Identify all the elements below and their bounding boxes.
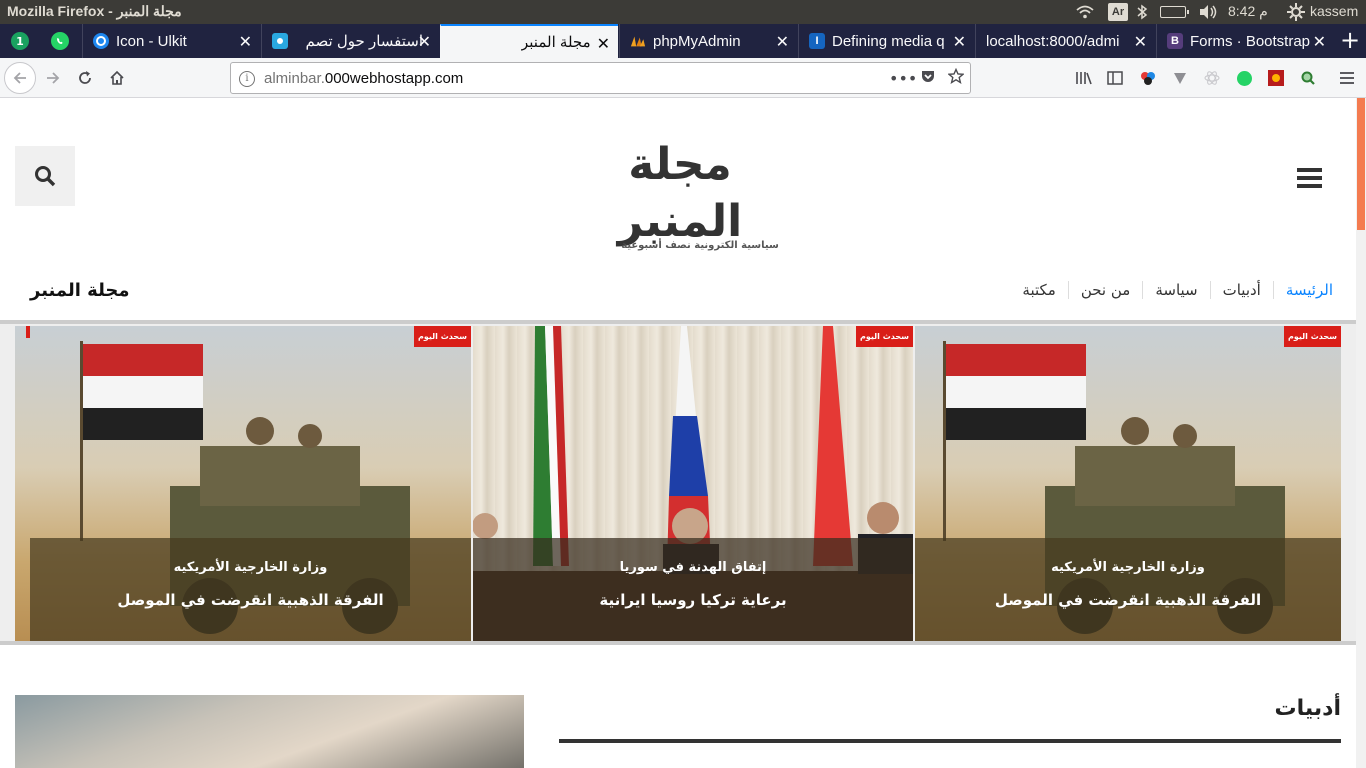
slide-kicker: وزارة الخارجية الأمريكيه [1051,560,1205,575]
library-icon[interactable] [1073,67,1095,89]
search-icon [35,166,56,187]
site-name-label[interactable]: مجلة المنبر [30,280,130,301]
forward-arrow-icon[interactable] [39,64,67,92]
pinned-tab-gmail[interactable]: 1 [2,24,38,58]
slide-caption: إتفاق الهدنة في سوريا برعاية تركيا روسيا… [473,538,913,641]
tab-question[interactable]: استفسار حول تصم ✕ [261,24,439,58]
close-tab-icon[interactable]: ✕ [1134,32,1147,52]
navigation-toolbar: i alminbar.000webhostapp.com ••• [0,58,1366,98]
bookmark-star-icon[interactable] [945,67,967,90]
logo-title: مجلة المنبر [617,139,743,248]
page-actions-icon[interactable]: ••• [889,68,917,90]
slide-card[interactable]: سحدث اليوم وزارة الخارجية الأمريكيه الفر… [30,326,471,641]
tab-ulkit[interactable]: Icon - Ulkit ✕ [82,24,260,58]
nav-item-politics[interactable]: سياسة [1142,281,1209,299]
pinned-tab-whatsapp[interactable] [42,24,78,58]
nav-item-about[interactable]: من نحن [1067,281,1143,299]
close-tab-icon[interactable]: ✕ [776,32,789,52]
nav-item-literature[interactable]: أدبيات [1209,281,1273,299]
slide-headline[interactable]: برعاية تركيا روسيا ايرانية [473,591,913,609]
close-tab-icon[interactable]: ✕ [239,32,252,52]
section-title[interactable]: أدبيات [1200,696,1341,721]
tab-label: مجلة المنبر [521,34,591,51]
clock[interactable]: 8:42 م [1228,3,1268,20]
page-scrollbar[interactable] [1356,98,1366,768]
tab-label: Icon - Ulkit [116,32,187,50]
extension-react-icon[interactable] [1201,67,1223,89]
extension-red-badge-icon[interactable] [1265,67,1287,89]
user-name[interactable]: kassem [1310,3,1358,19]
reload-icon[interactable] [71,64,99,92]
url-text[interactable]: alminbar.000webhostapp.com [264,70,463,87]
bluetooth-icon[interactable] [1136,2,1148,22]
window-title: Mozilla Firefox - مجلة المنبر [7,3,182,19]
today-badge: سحدث اليوم [414,326,471,347]
slide-caption: وزارة الخارجية الأمريكيه الفرقة الذهبية … [30,538,471,641]
tab-localhost-admin[interactable]: localhost:8000/admi ✕ [975,24,1155,58]
tab-label: Defining media q [832,32,945,50]
whatsapp-icon [51,32,69,50]
tab-phpmyadmin[interactable]: phpMyAdmin ✕ [619,24,797,58]
close-tab-icon[interactable]: ✕ [418,32,431,52]
site-logo[interactable]: مجلة المنبر سياسية الكترونية نصف أسبوعية [560,136,800,251]
web-page: مجلة المنبر سياسية الكترونية نصف أسبوعية… [0,98,1356,768]
slide-card[interactable]: سحدث اليوم إتفاق الهدنة في سوريا برعاية … [473,326,913,641]
close-tab-icon[interactable]: ✕ [1313,32,1326,52]
section-feature-image[interactable] [15,695,524,768]
tab-media-queries[interactable]: I Defining media q ✕ [798,24,974,58]
home-icon[interactable] [103,64,131,92]
sidebar-icon[interactable] [1104,67,1126,89]
main-navigation: الرئيسة أدبيات سياسة من نحن مكتبة [1015,278,1345,302]
phpmyadmin-icon [630,33,646,49]
logo-subtitle: سياسية الكترونية نصف أسبوعية [621,240,779,252]
tab-label: استفسار حول تصم [305,33,423,50]
slide-kicker: إتفاق الهدنة في سوريا [619,560,767,575]
section-divider [559,739,1341,743]
hamburger-menu-icon[interactable] [1336,67,1358,89]
tab-label: phpMyAdmin [653,32,741,50]
scrollbar-thumb[interactable] [1357,98,1365,230]
slide-partial-left[interactable] [15,326,30,641]
today-badge: سحدث اليوم [1284,326,1341,347]
pocket-icon[interactable] [917,68,939,90]
keyboard-layout-indicator[interactable]: Ar [1108,3,1128,21]
tab-strip: 1 Icon - Ulkit ✕ استفسار حول تصم ✕ مجلة … [0,24,1366,58]
I-site-icon: I [809,33,825,49]
slide-card[interactable]: سحدث اليوم وزارة الخارجية الأمريكيه الفر… [915,326,1341,641]
site-menu-toggle[interactable] [1297,168,1322,188]
site-info-icon[interactable]: i [239,71,255,87]
notification-badge-icon: 1 [11,32,29,50]
extension-v-icon[interactable] [1169,67,1191,89]
tab-alminbar-active[interactable]: مجلة المنبر ✕ [440,24,618,58]
nav-item-library[interactable]: مكتبة [1010,281,1067,299]
settings-gear-icon[interactable] [1287,2,1305,22]
whatsapp-extension-icon[interactable] [1233,67,1255,89]
tab-label: localhost:8000/admi [986,32,1120,50]
site-search-button[interactable] [15,146,75,206]
new-tab-button[interactable]: + [1336,27,1364,55]
close-tab-icon[interactable]: ✕ [953,32,966,52]
today-badge: سحدث اليوم [856,326,913,347]
tab-label: Forms · Bootstrap [1190,32,1311,50]
system-top-bar: Mozilla Firefox - مجلة المنبر Ar 8:42 م … [0,0,1366,24]
bootstrap-icon: B [1167,33,1183,49]
slide-kicker: وزارة الخارجية الأمريكيه [173,560,328,575]
volume-icon[interactable] [1198,2,1218,22]
ulkit-icon [93,33,109,49]
battery-icon[interactable] [1160,6,1189,18]
tab-bootstrap-forms[interactable]: B Forms · Bootstrap ✕ [1156,24,1334,58]
featured-slider: سحدث اليوم وزارة الخارجية الأمريكيه الفر… [0,320,1356,645]
back-arrow-icon[interactable] [6,64,34,92]
generic-site-icon [272,33,288,49]
nav-item-home[interactable]: الرئيسة [1272,281,1345,299]
close-tab-icon[interactable]: ✕ [597,34,610,54]
extension-colorful-icon[interactable] [1137,67,1159,89]
url-bar[interactable]: i alminbar.000webhostapp.com ••• [230,62,971,94]
slide-headline[interactable]: الفرقة الذهبية انقرضت في الموصل [30,591,471,609]
wifi-icon[interactable] [1076,2,1094,22]
slide-headline[interactable]: الفرقة الذهبية انقرضت في الموصل [915,591,1341,609]
extension-search-green-icon[interactable] [1297,67,1319,89]
slide-caption: وزارة الخارجية الأمريكيه الفرقة الذهبية … [915,538,1341,641]
